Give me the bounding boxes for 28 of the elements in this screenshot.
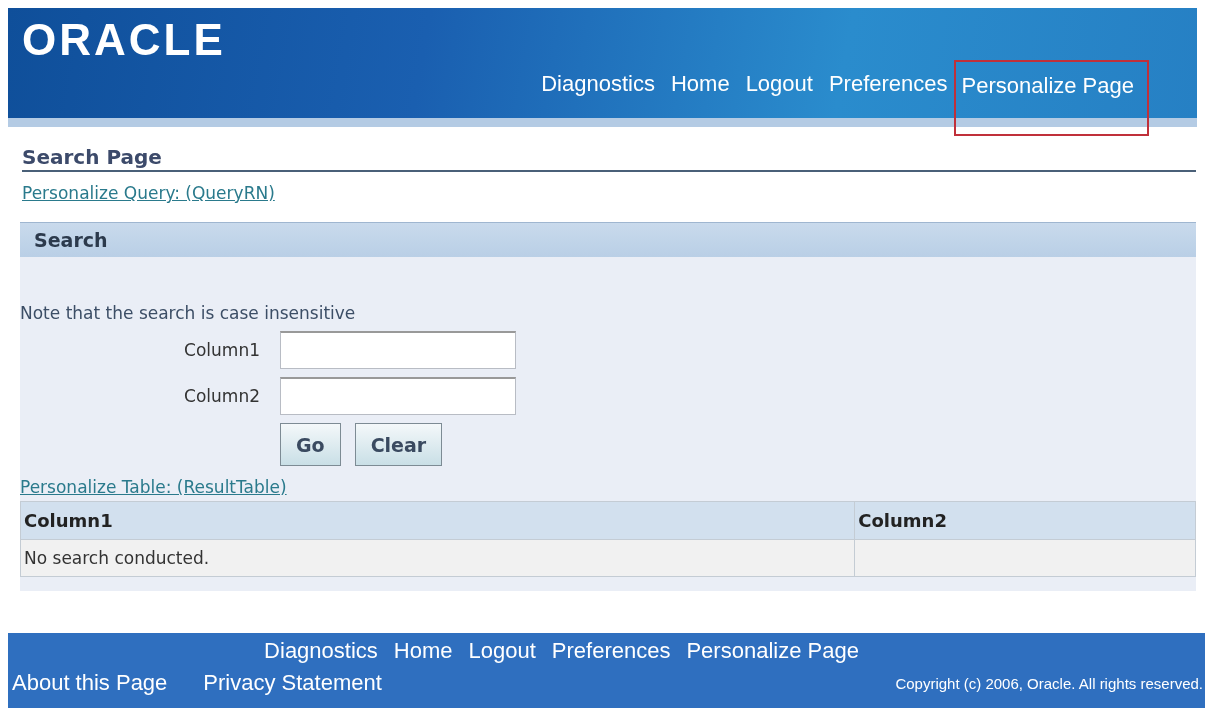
footer-link[interactable]: About this Page: [12, 669, 168, 698]
nav-link[interactable]: Home: [662, 64, 738, 105]
column-header: Column1: [20, 501, 855, 540]
nav-link[interactable]: Logout: [737, 64, 821, 105]
search-note: Note that the search is case insensitive: [20, 303, 357, 324]
footer-link[interactable]: Privacy Statement: [203, 669, 382, 698]
footer-link[interactable]: Diagnostics: [256, 636, 386, 666]
footer-link[interactable]: Logout: [460, 636, 544, 666]
footer-link[interactable]: Home: [385, 636, 461, 666]
nav-link[interactable]: Personalize Page: [955, 62, 1147, 135]
empty-message: No search conducted.: [20, 539, 855, 577]
search-button[interactable]: Go: [280, 423, 341, 467]
input-field[interactable]: [280, 377, 516, 416]
personalize-query-link[interactable]: Personalize Query: (QueryRN): [22, 182, 1196, 205]
nav-link[interactable]: Preferences: [820, 64, 956, 105]
footer-link[interactable]: Preferences: [543, 636, 679, 666]
search-button[interactable]: Clear: [354, 423, 443, 467]
column-header: Column2: [854, 501, 1196, 540]
panel-title: Search: [34, 229, 108, 252]
field-label: Column1: [183, 340, 261, 361]
copyright: Copyright (c) 2006, Oracle. All rights reserved.: [895, 674, 1204, 692]
nav-link[interactable]: Diagnostics: [533, 64, 663, 105]
personalize-table-link[interactable]: Personalize Table: (ResultTable): [20, 476, 1196, 499]
input-field[interactable]: [280, 331, 516, 370]
footer-link[interactable]: Personalize Page: [678, 636, 867, 666]
logo: ORACLE: [22, 18, 226, 62]
field-label: Column2: [183, 386, 261, 407]
page-title: Search Page: [22, 145, 1196, 172]
